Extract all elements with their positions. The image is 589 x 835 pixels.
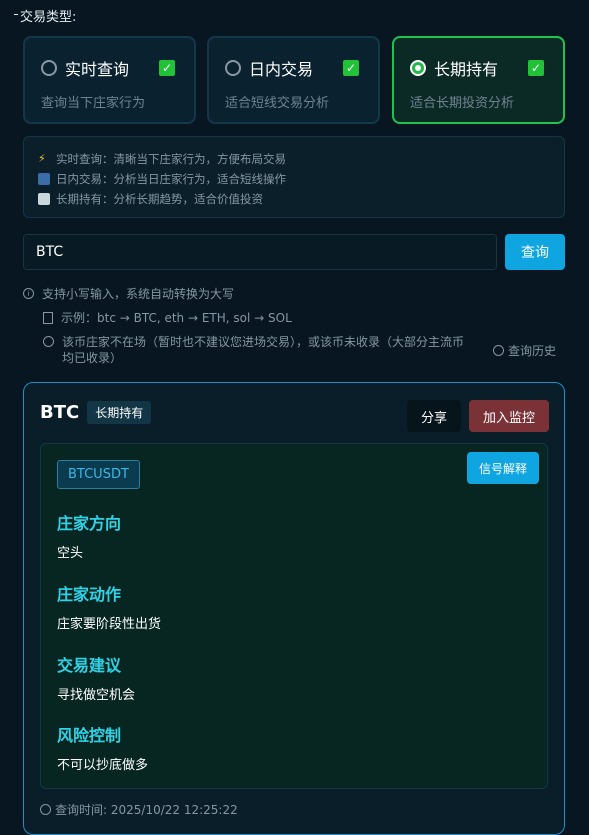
section-heading-direction: 庄家方向 (57, 514, 122, 533)
trade-type-option-intraday[interactable]: 日内交易 ✓ 适合短线交易分析 (207, 36, 380, 124)
trade-type-tag: 长期持有 (87, 401, 152, 424)
info-text: 日内交易：分析当日庄家行为，适合短线操作 (56, 172, 286, 186)
trade-type-option-realtime[interactable]: 实时查询 ✓ 查询当下庄家行为 (23, 36, 196, 124)
trade-type-subtitle: 适合长期投资分析 (410, 96, 515, 111)
info-text: 实时查询：清晰当下庄家行为，方便布局交易 (56, 152, 286, 166)
tip-not-listed: 该币庄家不在场（暂时也不建议您进场交易），或该币未收录（大部分主流币均已收录） (43, 334, 473, 366)
info-line: 长期持有：分析长期趋势，适合价值投资 (38, 189, 564, 209)
clock-icon (493, 345, 504, 356)
trade-type-option-longterm[interactable]: 长期持有 ✓ 适合长期投资分析 (392, 36, 565, 124)
trade-type-title: 长期持有 (434, 60, 499, 79)
info-line: 日内交易：分析当日庄家行为，适合短线操作 (38, 169, 564, 189)
trend-chart-icon (38, 193, 50, 205)
coin-search-input[interactable] (23, 234, 497, 270)
trade-type-subtitle: 查询当下庄家行为 (41, 96, 146, 111)
query-time-text: 查询时间: 2025/10/22 12:25:22 (55, 803, 238, 817)
trade-type-title: 实时查询 (65, 60, 130, 79)
lightning-icon: ⚡ (38, 152, 46, 165)
radio-button-selected[interactable] (410, 60, 426, 76)
trade-type-subtitle: 适合短线交易分析 (225, 96, 330, 111)
document-icon (43, 312, 53, 324)
section-body-advice: 寻找做空机会 (57, 688, 136, 703)
query-history-label: 查询历史 (508, 344, 557, 358)
clock-icon (40, 804, 51, 815)
section-body-direction: 空头 (57, 546, 84, 561)
section-body-risk: 不可以抄底做多 (57, 758, 149, 773)
tip-text: 支持小写输入，系统自动转换为大写 (42, 287, 235, 301)
trade-type-info-box: ⚡ 实时查询：清晰当下庄家行为，方便布局交易 日内交易：分析当日庄家行为，适合短… (23, 136, 565, 218)
share-button[interactable]: 分享 (407, 400, 461, 432)
tip-text: 示例：btc → BTC, eth → ETH, sol → SOL (61, 311, 292, 325)
section-body-action: 庄家要阶段性出货 (57, 617, 162, 632)
checkbox-checked-icon[interactable]: ✓ (528, 60, 544, 76)
query-history-link[interactable]: 查询历史 (493, 342, 556, 359)
section-heading-risk: 风险控制 (57, 726, 122, 745)
trading-pair-tag: BTCUSDT (57, 460, 140, 489)
add-monitor-button[interactable]: 加入监控 (469, 400, 549, 432)
bar-chart-icon (38, 173, 50, 185)
signal-explain-button[interactable]: 信号解释 (467, 452, 539, 484)
result-card: BTC 长期持有 分享 加入监控 BTCUSDT 信号解释 庄家方向 空头 庄家… (23, 382, 565, 835)
trade-type-label: 交易类型: (13, 6, 76, 25)
search-row: 查询 (23, 234, 565, 270)
query-button[interactable]: 查询 (505, 234, 565, 270)
checkbox-checked-icon[interactable]: ✓ (159, 60, 175, 76)
checkbox-checked-icon[interactable]: ✓ (343, 60, 359, 76)
radio-button[interactable] (41, 60, 57, 76)
info-text: 长期持有：分析长期趋势，适合价值投资 (56, 192, 263, 206)
result-header: BTC 长期持有 (40, 401, 152, 424)
section-heading-action: 庄家动作 (57, 585, 122, 604)
info-line: ⚡ 实时查询：清晰当下庄家行为，方便布局交易 (38, 149, 564, 169)
signal-panel: BTCUSDT 信号解释 庄家方向 空头 庄家动作 庄家要阶段性出货 交易建议 … (40, 443, 548, 789)
tip-lowercase: i 支持小写输入，系统自动转换为大写 (23, 286, 234, 302)
radio-button[interactable] (225, 60, 241, 76)
tip-text: 该币庄家不在场（暂时也不建议您进场交易），或该币未收录（大部分主流币均已收录） (62, 335, 465, 365)
coin-title: BTC (40, 402, 80, 423)
info-icon: i (23, 288, 34, 299)
page: 交易类型: 实时查询 ✓ 查询当下庄家行为 日内交易 ✓ 适合短线交易分析 长期… (0, 0, 589, 835)
section-heading-advice: 交易建议 (57, 656, 122, 675)
trade-type-title: 日内交易 (249, 60, 314, 79)
clock-icon (43, 336, 54, 347)
trade-type-selector: 实时查询 ✓ 查询当下庄家行为 日内交易 ✓ 适合短线交易分析 长期持有 ✓ 适… (23, 36, 565, 124)
tip-example: 示例：btc → BTC, eth → ETH, sol → SOL (43, 310, 292, 326)
query-time: 查询时间: 2025/10/22 12:25:22 (40, 801, 238, 818)
